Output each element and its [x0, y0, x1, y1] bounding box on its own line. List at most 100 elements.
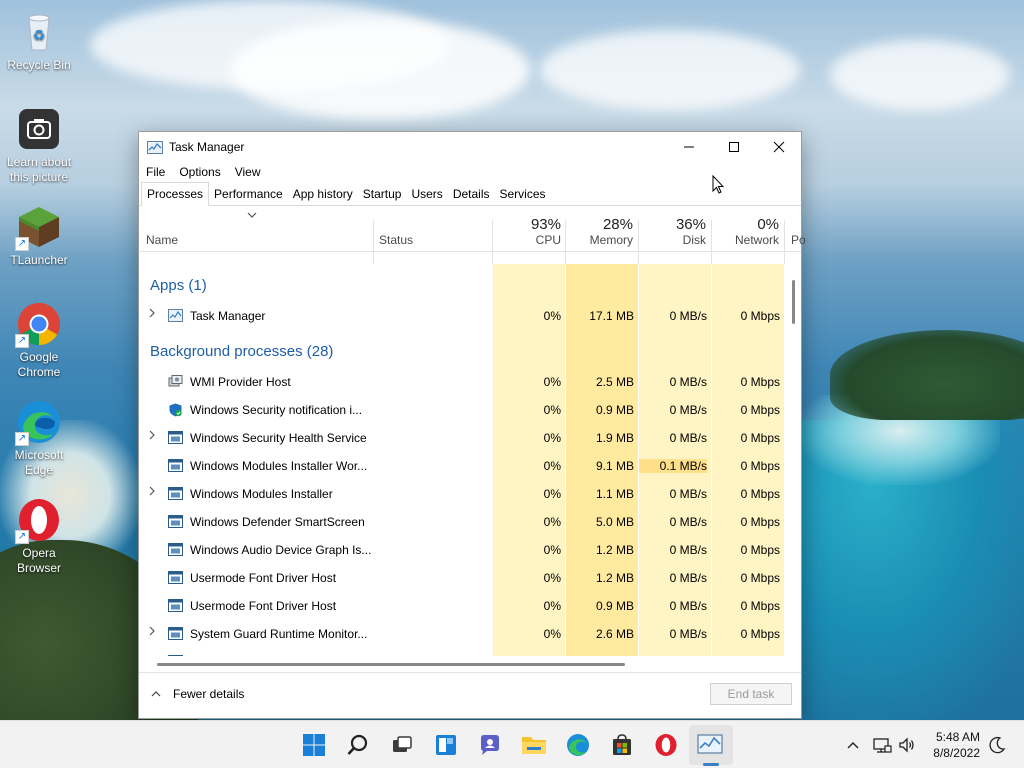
clock[interactable]: 5:48 AM 8/8/2022: [933, 729, 980, 761]
desktop-icon-google-chrome[interactable]: ↗ Google Chrome: [1, 302, 77, 380]
minimize-button[interactable]: [666, 132, 711, 162]
close-button[interactable]: [756, 132, 801, 162]
table-row[interactable]: System Guard Runtime Monitor... 0% 2.6 MB 0…: [139, 620, 787, 648]
process-cpu: 0%: [543, 515, 561, 529]
vertical-scrollbar[interactable]: [789, 264, 799, 656]
tab-startup[interactable]: Startup: [358, 183, 407, 205]
memory-usage-total: 28%: [602, 216, 633, 233]
store-bag-icon: [613, 734, 631, 755]
menu-options[interactable]: Options: [179, 165, 220, 179]
chat-button[interactable]: [476, 731, 504, 759]
moon-icon: [989, 736, 1006, 754]
start-button[interactable]: [300, 731, 328, 759]
table-row[interactable]: Windows Security Health Service 0% 1.9 MB 0…: [139, 424, 787, 452]
vertical-scroll-thumb[interactable]: [792, 280, 795, 324]
menu-file[interactable]: File: [146, 165, 165, 179]
fewer-details-button[interactable]: Fewer details: [151, 687, 244, 701]
service-window-icon: [168, 655, 183, 656]
process-name: Usermode Font Driver Host: [190, 571, 337, 585]
end-task-button[interactable]: End task: [710, 683, 792, 705]
notifications-button[interactable]: [988, 721, 1006, 768]
column-divider[interactable]: [565, 220, 566, 264]
table-row[interactable]: Windows Modules Installer 0% 1.1 MB 0 MB/s 0…: [139, 480, 787, 508]
desktop-icon-label: Learn about this picture: [6, 155, 72, 184]
process-disk: 0.1 MB/s: [639, 459, 707, 473]
process-network: 0 Mbps: [740, 515, 780, 529]
table-row[interactable]: WMI Provider Host 0% 2.5 MB 0 MB/s 0 Mbps: [139, 368, 787, 396]
desktop-icon-recycle-bin[interactable]: ♻ Recycle Bin: [1, 10, 77, 73]
window-footer: Fewer details End task: [139, 672, 801, 718]
file-explorer-button[interactable]: [520, 731, 548, 759]
tab-details[interactable]: Details: [448, 183, 495, 205]
column-divider[interactable]: [638, 220, 639, 264]
table-row[interactable]: Task Manager 0% 17.1 MB 0 MB/s 0 Mbps: [139, 302, 787, 330]
expand-chevron-icon[interactable]: [148, 430, 156, 443]
table-row[interactable]: Windows Defender SmartScreen 0% 5.0 MB 0 MB…: [139, 508, 787, 536]
tab-app-history[interactable]: App history: [288, 183, 358, 205]
clock-time: 5:48 AM: [935, 730, 980, 744]
tab-performance[interactable]: Performance: [209, 183, 288, 205]
desktop-icon-opera-browser[interactable]: ↗ Opera Browser: [1, 498, 77, 576]
table-row[interactable]: Usermode Font Driver Host 0% 0.9 MB 0 MB/s 0…: [139, 592, 787, 620]
network-tray-button[interactable]: [872, 721, 892, 768]
maximize-button[interactable]: [711, 132, 756, 162]
desktop-icon-learn-about-picture[interactable]: Learn about this picture: [1, 107, 77, 185]
process-network: 0 Mbps: [740, 627, 780, 641]
horizontal-scroll-thumb[interactable]: [157, 663, 625, 666]
column-divider[interactable]: [784, 220, 785, 264]
taskbar: 5:48 AM 8/8/2022: [0, 720, 1024, 768]
column-disk[interactable]: Disk: [644, 233, 706, 247]
volume-tray-button[interactable]: [898, 721, 916, 768]
menu-bar: File Options View: [139, 162, 801, 182]
process-cpu: 0%: [543, 627, 561, 641]
process-cpu: 0%: [543, 459, 561, 473]
table-row[interactable]: Windows Modules Installer Wor... 0% 9.1 MB…: [139, 452, 787, 480]
process-cpu: 0%: [543, 487, 561, 501]
expand-chevron-icon[interactable]: [148, 626, 156, 639]
column-divider[interactable]: [373, 220, 374, 264]
column-status[interactable]: Status: [379, 233, 413, 247]
process-network: 0 Mbps: [740, 571, 780, 585]
column-cpu[interactable]: CPU: [499, 233, 561, 247]
process-memory: 1.9 MB: [595, 431, 634, 445]
service-window-icon: [168, 543, 183, 556]
show-hidden-icons-button[interactable]: [846, 721, 860, 768]
column-network[interactable]: Network: [717, 233, 779, 247]
column-power[interactable]: Po: [791, 233, 806, 247]
edge-taskbar-button[interactable]: [564, 731, 592, 759]
table-row[interactable]: Windows Audio Device Graph Is... 0% 1.2 MB…: [139, 536, 787, 564]
task-manager-icon: [697, 734, 723, 754]
expand-chevron-icon[interactable]: [148, 308, 156, 321]
column-divider[interactable]: [711, 220, 712, 264]
table-row[interactable]: Windows Security notification i... 0% 0.9 …: [139, 396, 787, 424]
opera-taskbar-button[interactable]: [652, 731, 680, 759]
tab-services[interactable]: Services: [495, 183, 551, 205]
widgets-button[interactable]: [432, 731, 460, 759]
tab-processes[interactable]: Processes: [141, 182, 210, 206]
search-button[interactable]: [344, 731, 372, 759]
expand-chevron-icon[interactable]: [148, 486, 156, 499]
menu-view[interactable]: View: [235, 165, 261, 179]
process-name: Windows Modules Installer Wor...: [190, 459, 368, 473]
svg-text:♻: ♻: [33, 28, 46, 44]
chat-icon: [481, 735, 499, 755]
process-memory: 0.9 MB: [595, 599, 634, 613]
task-view-button[interactable]: [388, 731, 416, 759]
column-divider[interactable]: [492, 220, 493, 264]
process-name: Windows Security notification i...: [190, 403, 363, 417]
desktop-icon-tlauncher[interactable]: ↗ TLauncher: [1, 205, 77, 268]
process-disk: 0 MB/s: [669, 403, 707, 417]
store-button[interactable]: [608, 731, 636, 759]
tab-users[interactable]: Users: [406, 183, 447, 205]
desktop-icon-microsoft-edge[interactable]: ↗ Microsoft Edge: [1, 400, 77, 478]
horizontal-scrollbar[interactable]: [139, 658, 789, 670]
process-network: 0 Mbps: [740, 599, 780, 613]
column-memory[interactable]: Memory: [571, 233, 633, 247]
title-bar[interactable]: Task Manager: [139, 132, 801, 162]
column-name[interactable]: Name: [146, 233, 178, 247]
table-row[interactable]: Usermode Font Driver Host 0% 1.2 MB 0 MB/s 0…: [139, 564, 787, 592]
table-row[interactable]: [139, 648, 787, 656]
process-disk: 0 MB/s: [669, 309, 707, 323]
task-manager-taskbar-button[interactable]: [696, 731, 724, 759]
process-disk: 0 MB/s: [669, 543, 707, 557]
